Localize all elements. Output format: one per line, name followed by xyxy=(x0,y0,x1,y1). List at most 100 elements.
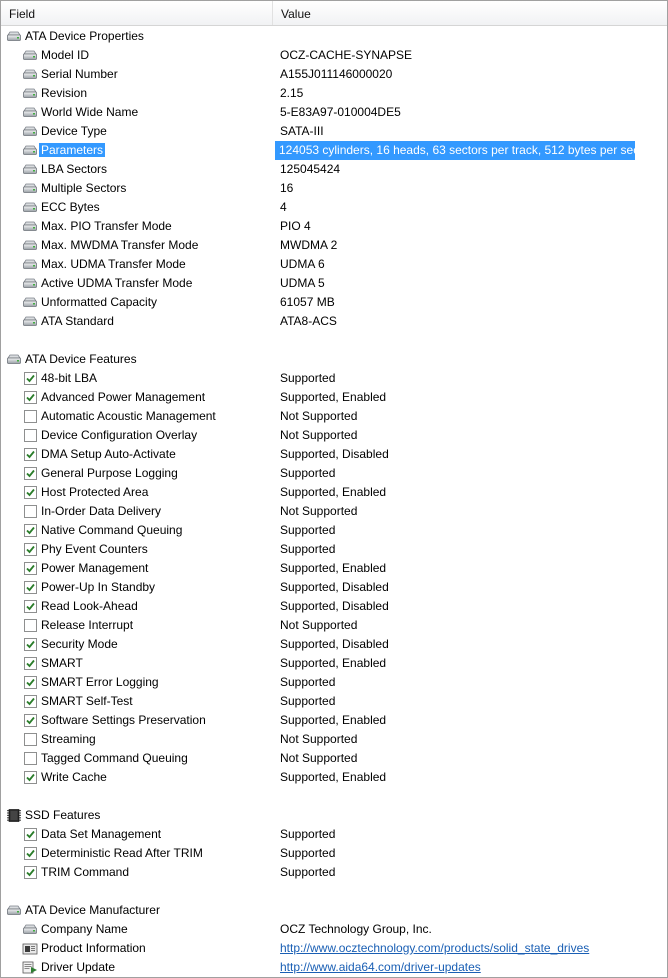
group-header-row[interactable]: ATA Device Properties xyxy=(1,27,667,46)
table-row[interactable]: Read Look-Ahead Supported, Disabled xyxy=(1,597,667,616)
field-column-header[interactable]: Field xyxy=(1,1,273,25)
value-cell: A155J011146000020 xyxy=(280,67,393,81)
table-row[interactable]: Power Management Supported, Enabled xyxy=(1,559,667,578)
table-row[interactable]: SMART Self-Test Supported xyxy=(1,692,667,711)
checked-checkbox-icon[interactable] xyxy=(24,372,37,385)
field-cell: Security Mode xyxy=(41,635,118,654)
drive-icon xyxy=(22,49,38,62)
table-row[interactable]: In-Order Data Delivery Not Supported xyxy=(1,502,667,521)
field-label: ECC Bytes xyxy=(41,200,100,214)
unchecked-checkbox-icon[interactable] xyxy=(24,619,37,632)
unchecked-checkbox-icon[interactable] xyxy=(24,429,37,442)
table-row[interactable]: ECC Bytes 4 xyxy=(1,198,667,217)
list-header: Field Value xyxy=(1,1,667,26)
checked-checkbox-icon[interactable] xyxy=(24,657,37,670)
table-row[interactable]: Release Interrupt Not Supported xyxy=(1,616,667,635)
table-row[interactable]: Serial Number A155J011146000020 xyxy=(1,65,667,84)
unchecked-checkbox-icon[interactable] xyxy=(24,733,37,746)
table-row[interactable]: World Wide Name 5-E83A97-010004DE5 xyxy=(1,103,667,122)
table-row[interactable]: Native Command Queuing Supported xyxy=(1,521,667,540)
field-label: Software Settings Preservation xyxy=(41,713,206,727)
table-row[interactable]: DMA Setup Auto-Activate Supported, Disabl… xyxy=(1,445,667,464)
table-row[interactable]: Device Type SATA-III xyxy=(1,122,667,141)
checked-checkbox-icon[interactable] xyxy=(24,543,37,556)
value-link[interactable]: http://www.ocztechnology.com/products/so… xyxy=(280,939,589,958)
table-row[interactable]: Tagged Command Queuing Not Supported xyxy=(1,749,667,768)
table-row[interactable]: Advanced Power Management Supported, Enab… xyxy=(1,388,667,407)
table-row[interactable]: Parameters 124053 cylinders, 16 heads, 63… xyxy=(1,141,667,160)
table-row[interactable]: Host Protected Area Supported, Enabled xyxy=(1,483,667,502)
checked-checkbox-icon[interactable] xyxy=(24,581,37,594)
checked-checkbox-icon[interactable] xyxy=(24,847,37,860)
table-row[interactable]: Model ID OCZ-CACHE-SYNAPSE xyxy=(1,46,667,65)
table-row[interactable]: Software Settings Preservation Supported,… xyxy=(1,711,667,730)
checked-checkbox-icon[interactable] xyxy=(24,562,37,575)
table-row[interactable]: Data Set Management Supported xyxy=(1,825,667,844)
table-row[interactable]: Security Mode Supported, Disabled xyxy=(1,635,667,654)
table-row[interactable]: Device Configuration Overlay Not Supporte… xyxy=(1,426,667,445)
unchecked-checkbox-icon[interactable] xyxy=(24,410,37,423)
field-cell: Power Management xyxy=(41,559,148,578)
value-cell: Supported xyxy=(280,675,336,689)
field-label: Data Set Management xyxy=(41,827,162,841)
field-label: Release Interrupt xyxy=(41,618,134,632)
checked-checkbox-icon[interactable] xyxy=(24,676,37,689)
checked-checkbox-icon[interactable] xyxy=(24,695,37,708)
unchecked-checkbox-icon[interactable] xyxy=(24,752,37,765)
table-row[interactable]: Phy Event Counters Supported xyxy=(1,540,667,559)
field-cell: Data Set Management xyxy=(41,825,161,844)
table-row[interactable]: 48-bit LBA Supported xyxy=(1,369,667,388)
drive-icon xyxy=(22,125,38,138)
field-cell: TRIM Command xyxy=(41,863,129,882)
checked-checkbox-icon[interactable] xyxy=(24,391,37,404)
checked-checkbox-icon[interactable] xyxy=(24,486,37,499)
value-column-header[interactable]: Value xyxy=(273,1,667,25)
table-row[interactable]: Revision 2.15 xyxy=(1,84,667,103)
value-cell: Supported, Enabled xyxy=(280,561,387,575)
group-header-row[interactable]: SSD Features xyxy=(1,806,667,825)
table-row[interactable]: Max. UDMA Transfer Mode UDMA 6 xyxy=(1,255,667,274)
field-label: Device Type xyxy=(41,124,107,138)
checked-checkbox-icon[interactable] xyxy=(24,467,37,480)
drive-icon xyxy=(22,277,38,290)
table-row[interactable]: Driver Update http://www.aida64.com/drive… xyxy=(1,958,667,977)
checked-checkbox-icon[interactable] xyxy=(24,524,37,537)
unchecked-checkbox-icon[interactable] xyxy=(24,505,37,518)
table-row[interactable]: Unformatted Capacity 61057 MB xyxy=(1,293,667,312)
table-row[interactable]: Max. PIO Transfer Mode PIO 4 xyxy=(1,217,667,236)
value-cell: Not Supported xyxy=(280,504,358,518)
checked-checkbox-icon[interactable] xyxy=(24,866,37,879)
checked-checkbox-icon[interactable] xyxy=(24,714,37,727)
table-row[interactable]: ATA Standard ATA8-ACS xyxy=(1,312,667,331)
field-label: Power Management xyxy=(41,561,149,575)
value-cell: Supported, Enabled xyxy=(280,390,387,404)
table-row[interactable]: LBA Sectors 125045424 xyxy=(1,160,667,179)
checked-checkbox-icon[interactable] xyxy=(24,828,37,841)
table-row[interactable]: SMART Error Logging Supported xyxy=(1,673,667,692)
table-row[interactable]: Product Information http://www.ocztechnol… xyxy=(1,939,667,958)
table-row[interactable]: Max. MWDMA Transfer Mode MWDMA 2 xyxy=(1,236,667,255)
checked-checkbox-icon[interactable] xyxy=(24,771,37,784)
table-row[interactable]: General Purpose Logging Supported xyxy=(1,464,667,483)
table-row[interactable]: SMART Supported, Enabled xyxy=(1,654,667,673)
table-row[interactable]: TRIM Command Supported xyxy=(1,863,667,882)
checked-checkbox-icon[interactable] xyxy=(24,448,37,461)
table-row[interactable]: Active UDMA Transfer Mode UDMA 5 xyxy=(1,274,667,293)
field-cell: Software Settings Preservation xyxy=(41,711,206,730)
table-row[interactable]: Company Name OCZ Technology Group, Inc. xyxy=(1,920,667,939)
table-row[interactable]: Deterministic Read After TRIM Supported xyxy=(1,844,667,863)
table-row[interactable]: Automatic Acoustic Management Not Support… xyxy=(1,407,667,426)
group-header-row[interactable]: ATA Device Features xyxy=(1,350,667,369)
table-row[interactable]: Write Cache Supported, Enabled xyxy=(1,768,667,787)
field-cell: Multiple Sectors xyxy=(41,179,126,198)
value-link[interactable]: http://www.aida64.com/driver-updates xyxy=(280,958,481,977)
field-label: Device Configuration Overlay xyxy=(41,428,198,442)
table-row[interactable]: Multiple Sectors 16 xyxy=(1,179,667,198)
table-row[interactable]: Streaming Not Supported xyxy=(1,730,667,749)
checked-checkbox-icon[interactable] xyxy=(24,638,37,651)
group-header-row[interactable]: ATA Device Manufacturer xyxy=(1,901,667,920)
field-label: DMA Setup Auto-Activate xyxy=(41,447,176,461)
checked-checkbox-icon[interactable] xyxy=(24,600,37,613)
table-row[interactable]: Power-Up In Standby Supported, Disabled xyxy=(1,578,667,597)
